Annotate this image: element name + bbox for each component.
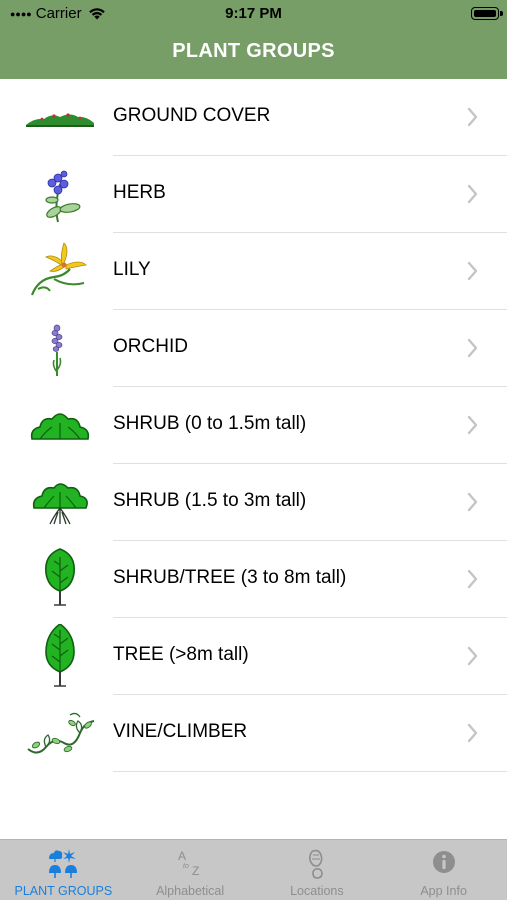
tab-app-info[interactable]: App Info: [380, 840, 507, 900]
list-item-tree[interactable]: TREE (>8m tall): [0, 618, 507, 695]
list-item-shrub-low[interactable]: SHRUB (0 to 1.5m tall): [0, 387, 507, 464]
svg-text:to: to: [183, 863, 189, 870]
status-time: 9:17 PM: [225, 5, 282, 22]
tab-label: PLANT GROUPS: [14, 884, 113, 898]
tall-shrub-icon: [32, 483, 88, 525]
list-item-label: HERB: [113, 182, 166, 203]
chevron-right-icon: [467, 184, 478, 204]
list-item-herb[interactable]: HERB: [0, 156, 507, 233]
list-item-label: VINE/CLIMBER: [113, 721, 248, 742]
tab-locations[interactable]: Locations: [254, 840, 381, 900]
vine-icon: [27, 712, 95, 754]
navigation-header: ●●●● Carrier 9:17 PM PLANT GROUPS: [0, 0, 507, 79]
orchid-icon: [51, 324, 63, 376]
plant-groups-tab-icon: [49, 849, 78, 878]
list-item-shrub-tall[interactable]: SHRUB (1.5 to 3m tall): [0, 464, 507, 541]
tab-label: App Info: [420, 884, 467, 898]
svg-text:Z: Z: [192, 864, 199, 878]
alphabetical-tab-icon: A to Z: [178, 849, 199, 878]
chevron-right-icon: [467, 415, 478, 435]
svg-text:A: A: [178, 849, 186, 863]
battery-icon: [471, 7, 503, 20]
chevron-right-icon: [467, 261, 478, 281]
lily-icon: [30, 242, 87, 296]
list-item-label: SHRUB (0 to 1.5m tall): [113, 413, 307, 434]
chevron-right-icon: [467, 723, 478, 743]
list-item-label: GROUND COVER: [113, 105, 271, 126]
tree-icon: [45, 624, 75, 687]
page-title: PLANT GROUPS: [172, 40, 335, 62]
shrub-tree-icon: [44, 548, 76, 606]
info-tab-icon: [432, 851, 455, 873]
footprint-tab-icon: [308, 849, 323, 879]
herb-icon: [45, 170, 81, 223]
list-item-vine[interactable]: VINE/CLIMBER: [0, 695, 507, 772]
ground-cover-icon: [26, 113, 94, 127]
chevron-right-icon: [467, 646, 478, 666]
list-item-label: ORCHID: [113, 336, 188, 357]
tab-plant-groups[interactable]: PLANT GROUPS: [0, 840, 127, 900]
row-divider: [113, 771, 507, 772]
chevron-right-icon: [467, 569, 478, 589]
tab-alphabetical[interactable]: A to Z Alphabetical: [127, 840, 254, 900]
list-item-ground-cover[interactable]: GROUND COVER: [0, 79, 507, 156]
list-item-label: SHRUB/TREE (3 to 8m tall): [113, 567, 347, 588]
list-item-label: SHRUB (1.5 to 3m tall): [113, 490, 307, 511]
tab-label: Locations: [290, 884, 344, 898]
chevron-right-icon: [467, 338, 478, 358]
list-item-shrub-tree[interactable]: SHRUB/TREE (3 to 8m tall): [0, 541, 507, 618]
list-item-orchid[interactable]: ORCHID: [0, 310, 507, 387]
low-shrub-icon: [30, 413, 90, 440]
tab-label: Alphabetical: [156, 884, 225, 898]
list-item-label: LILY: [113, 259, 151, 280]
list-item-lily[interactable]: LILY: [0, 233, 507, 310]
plant-group-list: GROUND COVER HERB LILY ORCHID SHRUB (0 t…: [0, 79, 507, 772]
chevron-right-icon: [467, 492, 478, 512]
list-item-label: TREE (>8m tall): [113, 644, 249, 665]
status-bar: ●●●● Carrier 9:17 PM: [0, 0, 507, 28]
chevron-right-icon: [467, 107, 478, 127]
tab-bar: PLANT GROUPS A to Z Alphabetical Locatio…: [0, 839, 507, 900]
